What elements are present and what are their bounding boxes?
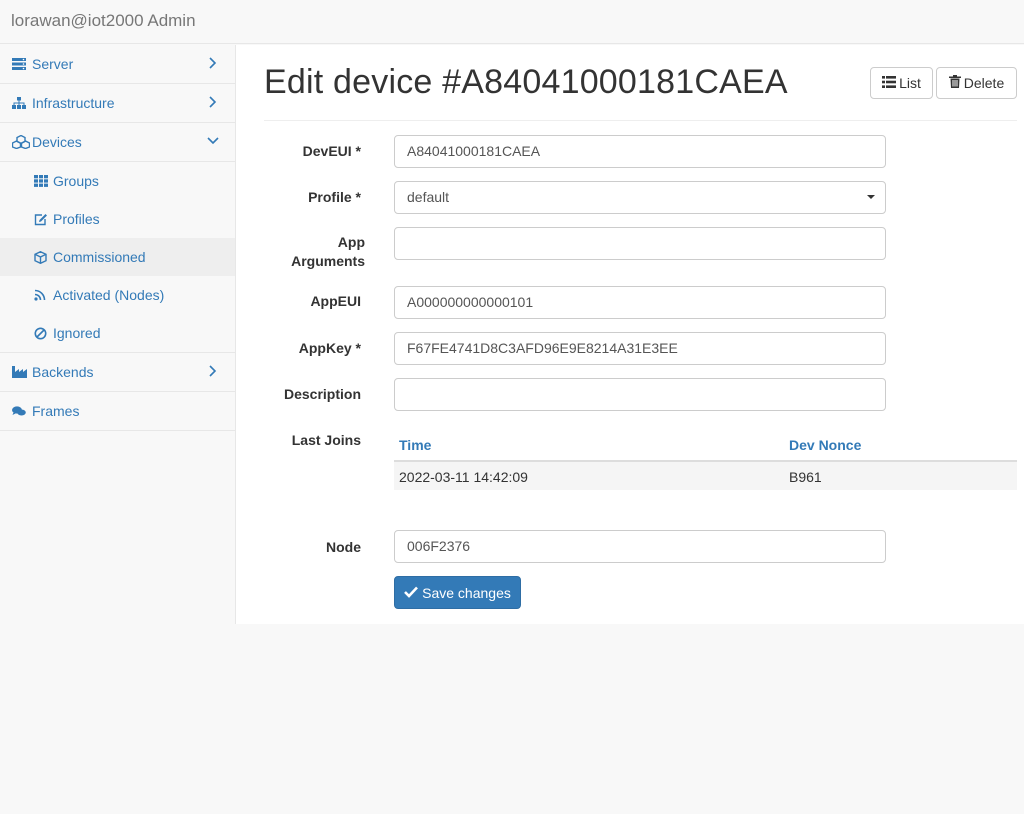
app-arguments-label: App Arguments xyxy=(291,233,365,271)
sidebar-item-label: Frames xyxy=(32,403,80,419)
profile-label: Profile * xyxy=(308,189,361,205)
last-joins-label: Last Joins xyxy=(291,432,361,448)
grid-icon xyxy=(34,175,51,187)
sidebar-item-backends[interactable]: Backends xyxy=(0,353,235,392)
list-button[interactable]: List xyxy=(870,67,933,99)
edit-icon xyxy=(34,213,51,226)
sidebar: Server Infrastructure Devices Groups Pro… xyxy=(0,45,235,431)
chevron-down-icon xyxy=(207,137,219,145)
industry-icon xyxy=(12,366,30,378)
save-changes-button[interactable]: Save changes xyxy=(394,576,521,609)
description-input[interactable] xyxy=(394,378,886,411)
column-header-time[interactable]: Time xyxy=(399,437,431,453)
sidebar-item-server[interactable]: Server xyxy=(0,45,235,84)
sitemap-icon xyxy=(12,97,30,109)
profile-selected-value: default xyxy=(407,189,450,205)
sidebar-item-label: Commissioned xyxy=(53,249,146,265)
devices-submenu: Groups Profiles Commissioned Activated (… xyxy=(0,162,235,353)
deveui-input[interactable]: A84041000181CAEA xyxy=(394,135,886,168)
sidebar-item-label: Infrastructure xyxy=(32,95,115,111)
ban-icon xyxy=(34,327,51,340)
profile-select[interactable]: default xyxy=(394,181,886,214)
top-navbar: lorawan@iot2000 Admin xyxy=(0,0,1024,44)
appkey-label: AppKey * xyxy=(298,340,361,356)
app-arguments-input[interactable] xyxy=(394,227,886,260)
sidebar-item-label: Ignored xyxy=(53,325,101,341)
table-row: 2022-03-11 14:42:09 B961 xyxy=(394,462,1017,490)
cube-icon xyxy=(34,250,51,264)
chevron-right-icon xyxy=(209,57,217,69)
server-icon xyxy=(12,58,30,70)
sidebar-item-frames[interactable]: Frames xyxy=(0,392,235,431)
sidebar-item-devices[interactable]: Devices xyxy=(0,123,235,162)
check-icon xyxy=(404,585,419,601)
node-input[interactable]: 006F2376 xyxy=(394,530,886,563)
page-title: Edit device #A84041000181CAEA xyxy=(264,63,788,101)
sidebar-item-label: Groups xyxy=(53,173,99,189)
title-divider xyxy=(264,120,1017,121)
trash-icon xyxy=(948,75,961,91)
list-icon xyxy=(882,75,897,91)
rss-icon xyxy=(34,289,51,301)
sidebar-item-label: Activated (Nodes) xyxy=(53,287,165,303)
chevron-right-icon xyxy=(209,365,217,377)
column-header-dev-nonce[interactable]: Dev Nonce xyxy=(789,437,861,453)
app-arguments-label-line1: App xyxy=(337,234,365,250)
delete-button-label: Delete xyxy=(963,75,1005,91)
brand-title[interactable]: lorawan@iot2000 Admin xyxy=(11,11,196,31)
sidebar-item-ignored[interactable]: Ignored xyxy=(0,314,235,352)
app-arguments-label-line2: Arguments xyxy=(291,253,365,269)
sidebar-item-profiles[interactable]: Profiles xyxy=(0,200,235,238)
sidebar-item-label: Devices xyxy=(32,134,82,150)
appkey-input[interactable]: F67FE4741D8C3AFD96E9E8214A31E3EE xyxy=(394,332,886,365)
cell-dev-nonce: B961 xyxy=(789,469,822,485)
sidebar-item-label: Profiles xyxy=(53,211,100,227)
node-label: Node xyxy=(326,539,361,555)
chevron-right-icon xyxy=(209,96,217,108)
main-content: Edit device #A84041000181CAEA List Delet… xyxy=(235,45,1024,624)
save-changes-label: Save changes xyxy=(422,584,511,601)
list-button-label: List xyxy=(899,75,921,91)
deveui-label: DevEUI * xyxy=(302,143,361,159)
sidebar-item-label: Server xyxy=(32,56,74,72)
caret-down-icon xyxy=(867,195,875,199)
appeui-input[interactable]: A000000000000101 xyxy=(394,286,886,319)
sidebar-item-groups[interactable]: Groups xyxy=(0,162,235,200)
description-label: Description xyxy=(283,386,361,402)
sidebar-item-infrastructure[interactable]: Infrastructure xyxy=(0,84,235,123)
sidebar-item-label: Backends xyxy=(32,364,94,380)
cell-time: 2022-03-11 14:42:09 xyxy=(399,469,528,485)
sidebar-item-activated-nodes[interactable]: Activated (Nodes) xyxy=(0,276,235,314)
appeui-label: AppEUI xyxy=(310,293,361,309)
sidebar-item-commissioned[interactable]: Commissioned xyxy=(0,238,235,276)
comments-icon xyxy=(12,405,30,417)
cubes-icon xyxy=(12,135,30,149)
delete-button[interactable]: Delete xyxy=(936,67,1017,99)
